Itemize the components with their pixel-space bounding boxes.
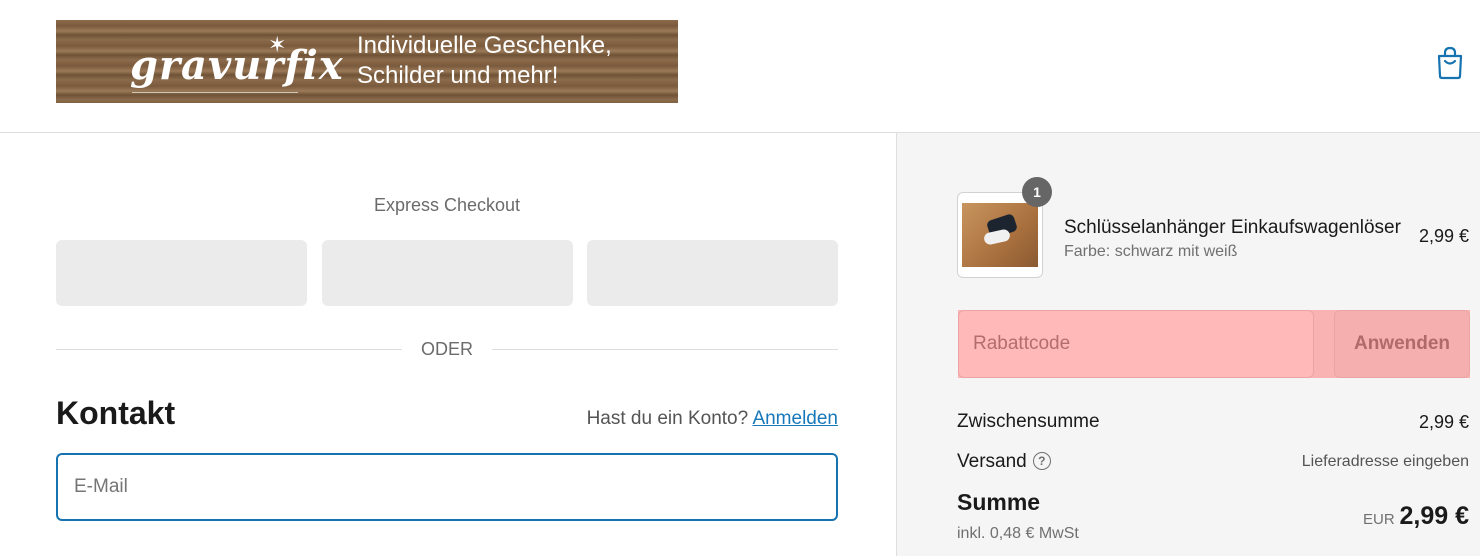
quantity-badge: 1 bbox=[1022, 177, 1052, 207]
tagline-line-2: Schilder und mehr! bbox=[357, 62, 559, 89]
product-image-chip bbox=[983, 228, 1011, 246]
total-value: 2,99 € bbox=[1399, 502, 1469, 530]
product-price: 2,99 € bbox=[1418, 226, 1469, 246]
tagline-line-1: Individuelle Geschenke, bbox=[357, 32, 612, 59]
login-link[interactable]: Anmelden bbox=[752, 408, 838, 429]
checkout-main: Express Checkout ODER Kontakt Hast du ei… bbox=[0, 133, 896, 556]
discount-code-input[interactable] bbox=[958, 310, 1314, 378]
apply-discount-button[interactable]: Anwenden bbox=[1334, 310, 1470, 378]
logo-tagline: Individuelle Geschenke, Schilder und meh… bbox=[357, 31, 612, 91]
logo-wordmark: gravurfix bbox=[130, 42, 344, 89]
divider-line-right bbox=[492, 349, 838, 350]
product-image bbox=[962, 203, 1038, 267]
divider-line-left bbox=[56, 349, 402, 350]
shipping-row: Versand? bbox=[957, 451, 1051, 473]
tax-note: inkl. 0,48 € MwSt bbox=[957, 525, 1079, 542]
help-circle-icon[interactable]: ? bbox=[1032, 452, 1051, 470]
express-payment-button-3[interactable] bbox=[587, 240, 838, 306]
product-name: Schlüsselanhänger Einkaufswagenlöser bbox=[1064, 217, 1401, 238]
site-header: gravurfix ✶ Individuelle Geschenke, Schi… bbox=[0, 0, 1480, 133]
express-payment-button-2[interactable] bbox=[322, 240, 573, 306]
account-prompt: Hast du ein Konto? Anmelden bbox=[587, 408, 838, 430]
email-field[interactable] bbox=[56, 453, 838, 521]
express-payment-button-1[interactable] bbox=[56, 240, 307, 306]
store-logo-banner[interactable]: gravurfix ✶ Individuelle Geschenke, Schi… bbox=[56, 20, 678, 103]
subtotal-label: Zwischensumme bbox=[957, 411, 1100, 432]
shopping-bag-icon[interactable] bbox=[1435, 46, 1465, 80]
subtotal-value: 2,99 € bbox=[1418, 412, 1469, 432]
total-label: Summe bbox=[957, 489, 1041, 515]
currency-code: EUR bbox=[1363, 511, 1395, 528]
product-variant: Farbe: schwarz mit weiß bbox=[1064, 243, 1238, 260]
contact-heading: Kontakt bbox=[56, 395, 176, 431]
order-summary: 1 Schlüsselanhänger Einkaufswagenlöser F… bbox=[896, 133, 1480, 556]
logo-underline bbox=[132, 92, 298, 93]
shipping-value: Lieferadresse eingeben bbox=[1301, 453, 1469, 470]
sparkle-icon: ✶ bbox=[268, 32, 287, 57]
account-prompt-text: Hast du ein Konto? bbox=[586, 408, 749, 429]
or-divider-text: ODER bbox=[420, 339, 473, 359]
express-checkout-title: Express Checkout bbox=[373, 195, 521, 215]
shipping-label: Versand bbox=[957, 451, 1027, 472]
